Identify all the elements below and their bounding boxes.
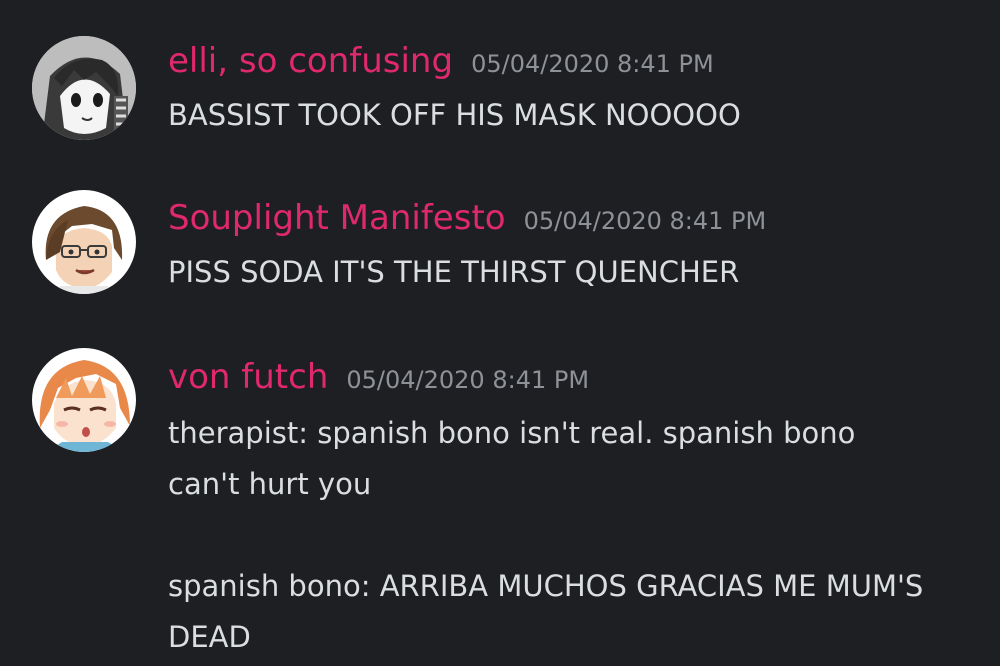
manga-character-avatar[interactable]: [32, 36, 136, 140]
avatar-image: [32, 190, 136, 294]
timestamp: 05/04/2020 8:41 PM: [346, 366, 590, 394]
message-text: PISS SODA IT'S THE THIRST QUENCHER: [168, 255, 740, 289]
message-text: BASSIST TOOK OFF HIS MASK NOOOOO: [168, 98, 741, 132]
anime-character-glasses-avatar[interactable]: [32, 190, 136, 294]
message-content: therapist: spanish bono isn't real. span…: [168, 408, 928, 663]
username[interactable]: von futch: [168, 357, 328, 397]
avatar-image: [32, 36, 136, 140]
username[interactable]: Souplight Manifesto: [168, 198, 506, 238]
message-header: von futch 05/04/2020 8:41 PM: [168, 360, 589, 394]
anime-character-orange-hair-avatar[interactable]: [32, 348, 136, 452]
message-text: spanish bono: ARRIBA MUCHOS GRACIAS ME M…: [168, 569, 924, 654]
message-header: elli, so confusing 05/04/2020 8:41 PM: [168, 44, 714, 78]
message-content: PISS SODA IT'S THE THIRST QUENCHER: [168, 247, 928, 298]
timestamp: 05/04/2020 8:41 PM: [523, 207, 767, 235]
message-content: BASSIST TOOK OFF HIS MASK NOOOOO: [168, 90, 928, 141]
username[interactable]: elli, so confusing: [168, 41, 453, 81]
timestamp: 05/04/2020 8:41 PM: [471, 50, 714, 78]
message-text: therapist: spanish bono isn't real. span…: [168, 416, 856, 501]
avatar-image: [32, 348, 136, 452]
message-header: Souplight Manifesto 05/04/2020 8:41 PM: [168, 201, 766, 235]
